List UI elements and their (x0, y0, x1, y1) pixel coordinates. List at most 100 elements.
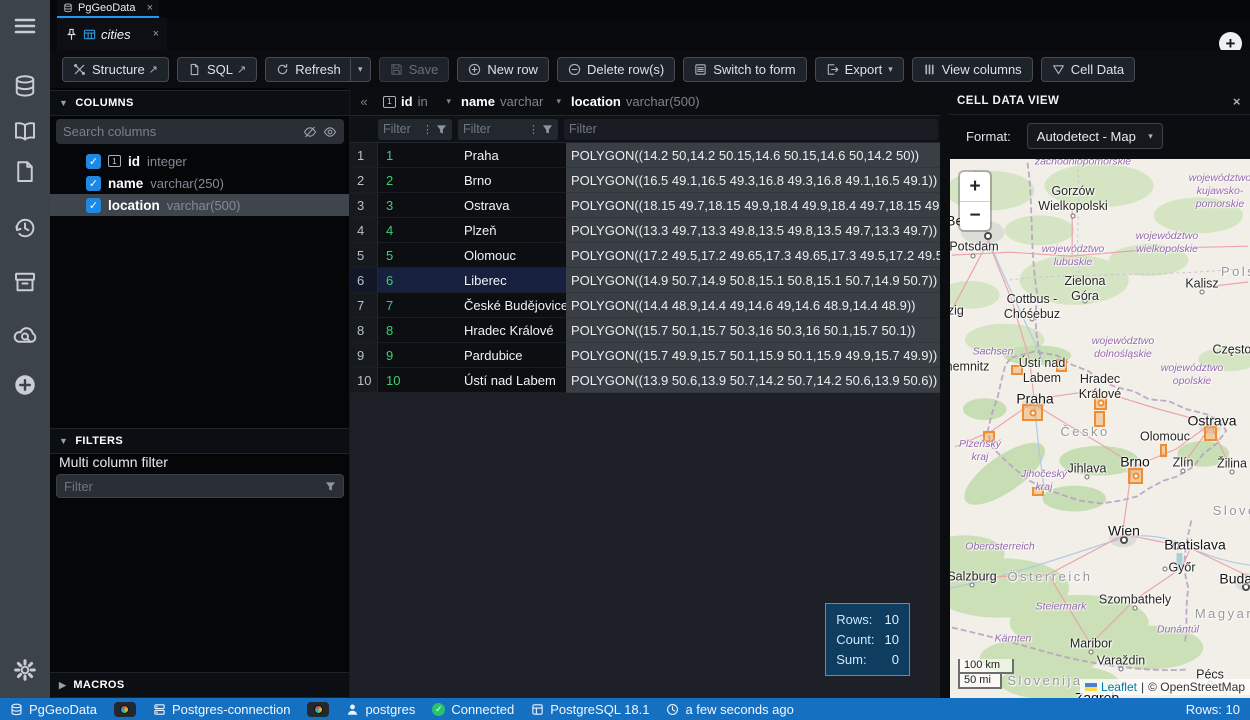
export-button[interactable]: Export▾ (815, 57, 904, 82)
cloud-search-icon[interactable] (13, 323, 37, 347)
name-cell[interactable]: Hradec Králové (456, 318, 566, 343)
macros-section-header[interactable]: ▶MACROS (50, 672, 349, 698)
id-cell[interactable]: 9 (378, 343, 456, 368)
row-number-cell[interactable]: 2 (350, 168, 378, 193)
id-cell[interactable]: 6 (378, 268, 456, 293)
zoom-out-button[interactable]: − (960, 201, 990, 230)
switch-to-form-button[interactable]: Switch to form (683, 57, 806, 82)
location-cell[interactable]: POLYGON((18.15 49.7,18.15 49.9,18.4 49.9… (566, 193, 940, 218)
leaflet-link[interactable]: Leaflet (1101, 680, 1137, 694)
id-cell[interactable]: 4 (378, 218, 456, 243)
column-item-name[interactable]: ✓namevarchar(250) (50, 172, 349, 194)
structure-button[interactable]: Structure↗ (62, 57, 169, 82)
kebab-icon[interactable]: ⋮ (422, 123, 433, 136)
location-cell[interactable]: POLYGON((15.7 50.1,15.7 50.3,16 50.3,16 … (566, 318, 940, 343)
multi-column-filter-input[interactable] (64, 479, 325, 494)
osm-link[interactable]: © OpenStreetMap (1148, 680, 1245, 694)
book-icon[interactable] (13, 120, 37, 144)
row-number-cell[interactable]: 8 (350, 318, 378, 343)
row-number-cell[interactable]: 3 (350, 193, 378, 218)
sql-button[interactable]: SQL↗ (177, 57, 257, 82)
row-number-cell[interactable]: 6 (350, 268, 378, 293)
kebab-icon[interactable]: ⋮ (528, 123, 539, 136)
add-circle-icon[interactable] (13, 373, 37, 397)
id-cell[interactable]: 3 (378, 193, 456, 218)
collapse-columns-icon[interactable]: « (350, 94, 378, 109)
tab-pggeodata[interactable]: PgGeoData × (57, 0, 159, 18)
id-cell[interactable]: 5 (378, 243, 456, 268)
column-header-location[interactable]: locationvarchar(500) (566, 88, 940, 115)
eye-off-icon[interactable] (303, 125, 317, 139)
close-icon[interactable]: × (147, 2, 153, 14)
location-cell[interactable]: POLYGON((14.4 48.9,14.4 49,14.6 49,14.6 … (566, 293, 940, 318)
name-cell[interactable]: České Budějovice (456, 293, 566, 318)
format-select[interactable]: Autodetect - Map ▾ (1027, 123, 1163, 149)
name-cell[interactable]: Praha (456, 143, 566, 168)
map-view[interactable]: zachodniopomorskieGorzów Wielkopolskiwoj… (950, 159, 1250, 698)
row-number-cell[interactable]: 7 (350, 293, 378, 318)
statusbar-connection[interactable]: Postgres-connection (153, 702, 291, 717)
name-cell[interactable]: Brno (456, 168, 566, 193)
file-icon[interactable] (13, 160, 37, 184)
id-cell[interactable]: 10 (378, 368, 456, 393)
column-header-name[interactable]: namevarchar ▾ (456, 88, 566, 115)
location-cell[interactable]: POLYGON((14.2 50,14.2 50.15,14.6 50.15,1… (566, 143, 940, 168)
tab-cities[interactable]: cities × (57, 18, 167, 50)
id-cell[interactable]: 7 (378, 293, 456, 318)
view-columns-button[interactable]: View columns (912, 57, 1033, 82)
funnel-icon[interactable] (542, 124, 553, 135)
name-cell[interactable]: Plzeň (456, 218, 566, 243)
row-number-cell[interactable]: 4 (350, 218, 378, 243)
id-cell[interactable]: 8 (378, 318, 456, 343)
id-cell[interactable]: 1 (378, 143, 456, 168)
checkbox-checked-icon[interactable]: ✓ (86, 176, 101, 191)
column-header-id[interactable]: 1 idin ▾ (378, 88, 456, 115)
refresh-button[interactable]: Refresh▾ (265, 57, 371, 82)
eye-icon[interactable] (323, 125, 337, 139)
cell-data-button[interactable]: Cell Data (1041, 57, 1135, 82)
column-item-id[interactable]: ✓1idinteger (50, 150, 349, 172)
row-number-cell[interactable]: 10 (350, 368, 378, 393)
location-cell[interactable]: POLYGON((16.5 49.1,16.5 49.3,16.8 49.3,1… (566, 168, 940, 193)
connection-color-badge[interactable] (307, 702, 329, 717)
new-row-button[interactable]: New row (457, 57, 549, 82)
chevron-down-icon[interactable]: ▾ (446, 96, 451, 107)
search-columns-input[interactable] (63, 124, 297, 139)
filter-input-location[interactable] (569, 122, 933, 136)
refresh-dropdown[interactable]: ▾ (350, 57, 370, 82)
checkbox-checked-icon[interactable]: ✓ (86, 154, 101, 169)
filter-input-name[interactable] (463, 122, 525, 136)
location-cell[interactable]: POLYGON((14.9 50.7,14.9 50.8,15.1 50.8,1… (566, 268, 940, 293)
grid-scrollbar[interactable] (940, 88, 948, 698)
history-icon[interactable] (13, 216, 37, 240)
zoom-in-button[interactable]: + (960, 172, 990, 201)
archive-icon[interactable] (13, 270, 37, 294)
row-number-cell[interactable]: 1 (350, 143, 378, 168)
row-number-cell[interactable]: 9 (350, 343, 378, 368)
statusbar-server-version[interactable]: PostgreSQL 18.1 (531, 702, 649, 717)
name-cell[interactable]: Ústí nad Labem (456, 368, 566, 393)
row-number-cell[interactable]: 5 (350, 243, 378, 268)
chevron-down-icon[interactable]: ▾ (556, 96, 561, 107)
columns-section-header[interactable]: ▼COLUMNS (50, 90, 349, 116)
settings-icon[interactable] (13, 658, 37, 682)
menu-icon[interactable] (13, 14, 37, 38)
statusbar-user[interactable]: postgres (346, 702, 415, 717)
database-icon[interactable] (13, 74, 37, 98)
connection-color-badge[interactable] (114, 702, 136, 717)
filter-input-id[interactable] (383, 122, 419, 136)
location-cell[interactable]: POLYGON((17.2 49.5,17.2 49.65,17.3 49.65… (566, 243, 940, 268)
location-cell[interactable]: POLYGON((13.9 50.6,13.9 50.7,14.2 50.7,1… (566, 368, 940, 393)
statusbar-database[interactable]: PgGeoData (10, 702, 97, 717)
checkbox-checked-icon[interactable]: ✓ (86, 198, 101, 213)
column-item-location[interactable]: ✓locationvarchar(500) (50, 194, 349, 216)
funnel-icon[interactable] (436, 124, 447, 135)
close-icon[interactable]: × (1233, 94, 1241, 109)
delete-rows-button[interactable]: Delete row(s) (557, 57, 675, 82)
location-cell[interactable]: POLYGON((13.3 49.7,13.3 49.8,13.5 49.8,1… (566, 218, 940, 243)
statusbar-connected[interactable]: ✓ Connected (432, 702, 514, 717)
name-cell[interactable]: Olomouc (456, 243, 566, 268)
filters-section-header[interactable]: ▼FILTERS (50, 428, 349, 454)
statusbar-last-refresh[interactable]: a few seconds ago (666, 702, 793, 717)
id-cell[interactable]: 2 (378, 168, 456, 193)
